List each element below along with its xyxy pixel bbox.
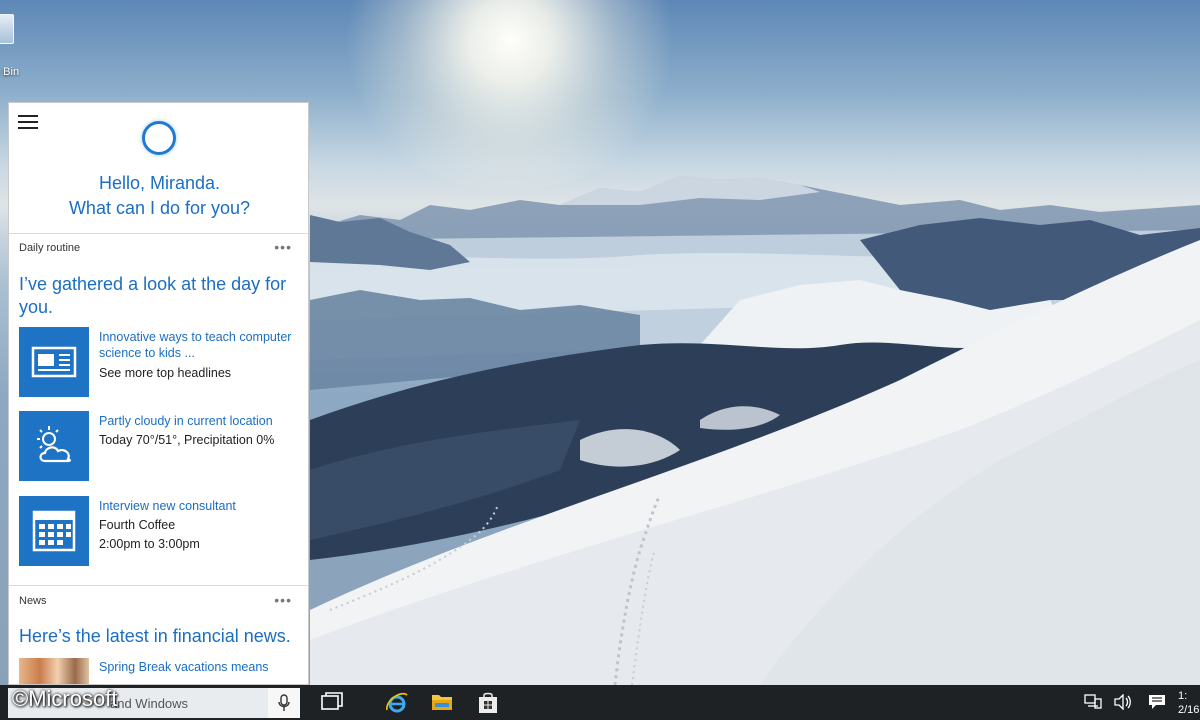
recycle-bin-label: e Bin [0,66,20,78]
news-item-title[interactable]: Spring Break vacations means [99,659,269,675]
card-time: 2:00pm to 3:00pm [99,537,200,551]
card-title: Innovative ways to teach computer scienc… [99,330,292,360]
card-calendar-event[interactable]: Interview new consultant Fourth Coffee 2… [19,496,304,568]
task-view-icon [321,692,343,710]
volume-button[interactable] [1108,685,1138,720]
card-weather[interactable]: Partly cloudy in current location Today … [19,411,304,483]
greeting-line-1: Hello, Miranda. [98,173,221,193]
section-label-daily-routine: Daily routine [19,242,81,254]
taskbar: and Windows 1: 2/16 [0,685,1200,720]
microphone-icon [278,694,290,711]
card-subtitle: Today 70°/51°, Precipitation 0% [99,433,275,447]
section-label-news: News [19,595,47,607]
network-button[interactable] [1078,685,1108,720]
notification-icon [1149,695,1165,709]
daily-routine-more-button[interactable]: ••• [274,239,292,255]
clock-time: 1: [1178,690,1188,702]
news-thumbnail[interactable] [19,658,89,684]
microphone-button[interactable] [268,688,300,718]
action-center-button[interactable] [1142,685,1172,720]
card-title: Interview new consultant [99,499,236,513]
speaker-icon [1114,694,1131,710]
cortana-logo-icon [142,121,176,155]
greeting-line-2: What can I do for you? [68,198,251,218]
task-view-button[interactable] [310,685,354,720]
cortana-greeting: Hello, Miranda. What can I do for you? [9,171,308,221]
edge-browser-button[interactable] [375,685,419,720]
recycle-bin-icon [0,14,14,44]
recycle-bin[interactable]: e Bin [0,14,34,78]
system-clock[interactable]: 1: 2/16 [1178,689,1200,717]
card-subtitle: Fourth Coffee [99,518,176,532]
news-icon [31,346,77,378]
cortana-panel: Hello, Miranda. What can I do for you? D… [8,102,309,685]
divider [9,233,308,234]
hamburger-menu-icon[interactable] [18,115,38,131]
store-button[interactable] [466,685,510,720]
calendar-icon [32,510,76,552]
news-headline: Here’s the latest in financial news. [19,626,291,646]
weather-tile [19,411,89,481]
copyright-watermark: ©Microsoft [12,686,118,711]
network-icon [1084,694,1102,709]
news-tile [19,327,89,397]
calendar-tile [19,496,89,566]
card-title: Partly cloudy in current location [99,414,273,428]
divider [9,585,308,586]
file-explorer-button[interactable] [420,685,464,720]
card-subtitle: See more top headlines [99,366,232,380]
store-icon [479,692,497,713]
card-top-headlines[interactable]: Innovative ways to teach computer scienc… [19,327,304,399]
clock-date: 2/16 [1178,704,1200,716]
partly-cloudy-icon [37,426,71,463]
internet-explorer-icon [386,692,408,713]
daily-routine-headline: I’ve gathered a look at the day for you. [19,274,287,317]
news-more-button[interactable]: ••• [274,592,292,608]
folder-icon [432,695,452,710]
search-placeholder: and Windows [110,696,189,711]
